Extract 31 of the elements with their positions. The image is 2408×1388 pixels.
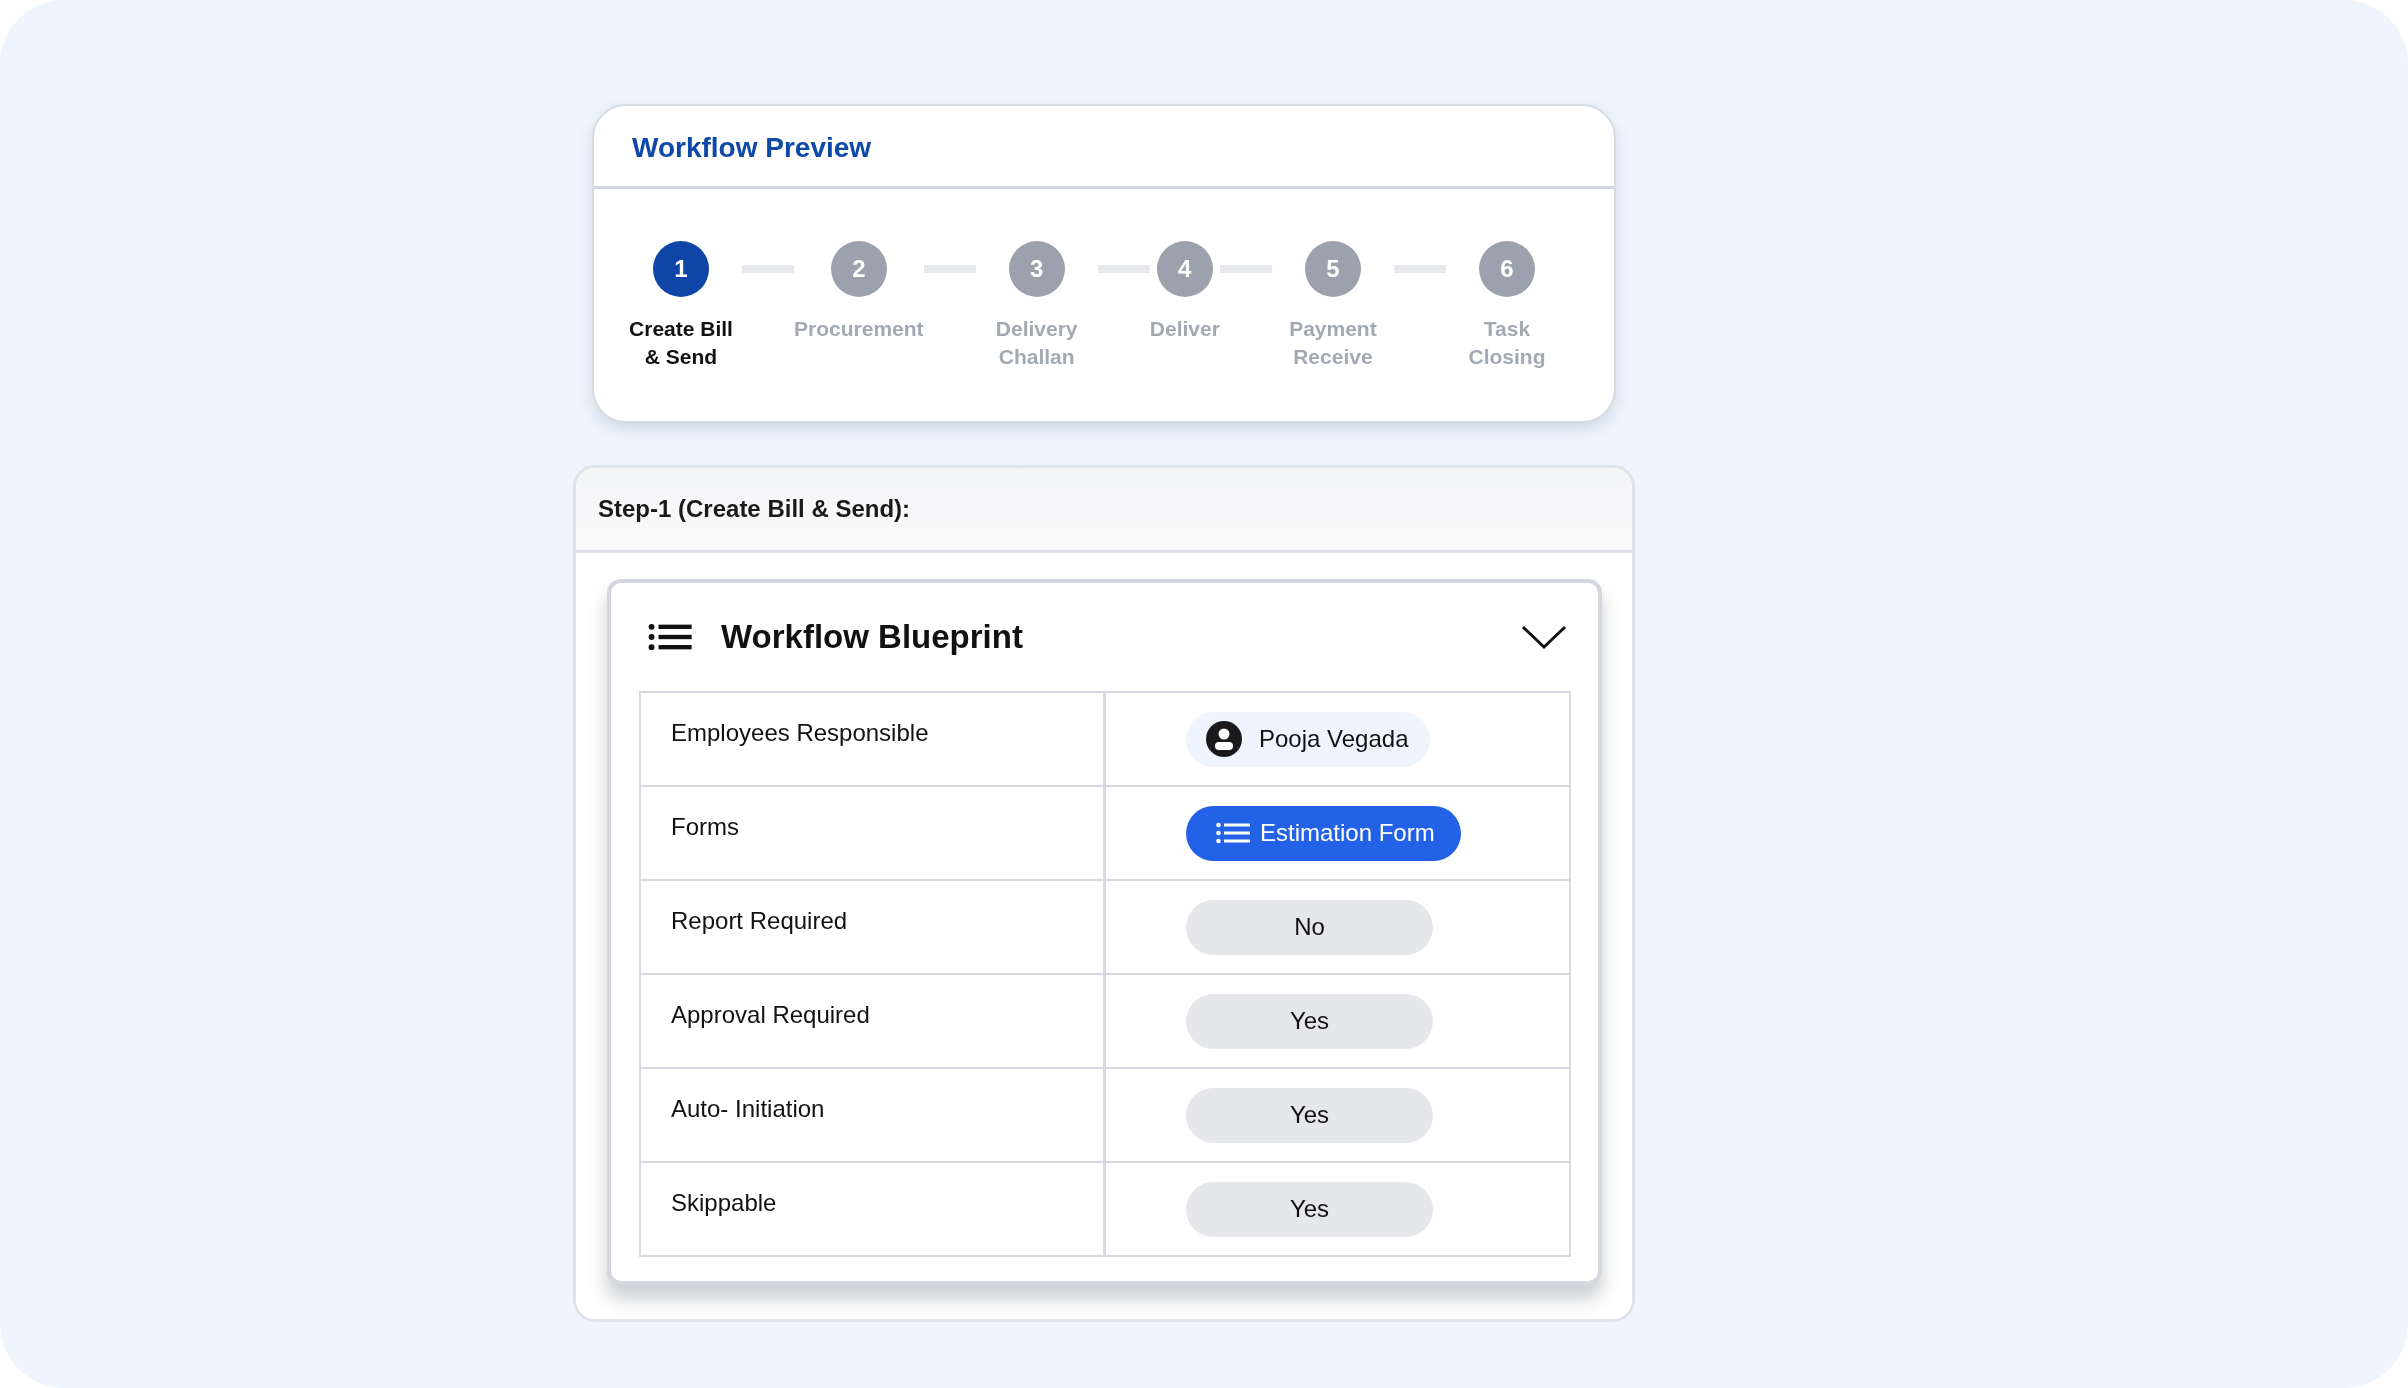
blueprint-title: Workflow Blueprint [721, 618, 1024, 656]
person-chip[interactable]: Pooja Vegada [1186, 711, 1431, 767]
step-number[interactable]: 2 [830, 241, 887, 297]
field-label: Report Required [671, 907, 848, 934]
card-title: Workflow Preview [632, 132, 872, 163]
list-icon [1216, 822, 1250, 844]
person-name: Pooja Vegada [1259, 725, 1409, 753]
field-label: Employees Responsible [671, 719, 929, 746]
value-pill: No [1186, 899, 1433, 955]
chevron-icon[interactable] [1521, 624, 1567, 650]
step-number[interactable]: 5 [1304, 241, 1361, 297]
step-number[interactable]: 6 [1479, 241, 1535, 297]
step-number[interactable]: 3 [1008, 241, 1065, 297]
step-title: Step-1 (Create Bill & Send): [598, 495, 911, 523]
value-pill: Yes [1186, 1181, 1433, 1237]
avatar-icon [1206, 721, 1242, 757]
step-number[interactable]: 1 [653, 241, 709, 297]
field-label: Approval Required [671, 1001, 870, 1028]
step-label: Create Bill & Send [628, 316, 734, 370]
step-label: Deliver [1149, 316, 1220, 342]
field-label: Skippable [671, 1189, 777, 1216]
step-label: Procurement [794, 316, 924, 342]
field-label: Auto- Initiation [671, 1095, 825, 1122]
step-label: Task Closing [1467, 316, 1547, 370]
step-label: Delivery Challan [994, 316, 1079, 370]
form-button[interactable]: Estimation Form [1186, 805, 1461, 861]
value-pill: Yes [1186, 993, 1433, 1049]
field-label: Forms [671, 813, 739, 840]
value-pill: Yes [1186, 1087, 1433, 1143]
step-label: Payment Receive [1288, 316, 1378, 370]
step-number[interactable]: 4 [1156, 241, 1213, 297]
